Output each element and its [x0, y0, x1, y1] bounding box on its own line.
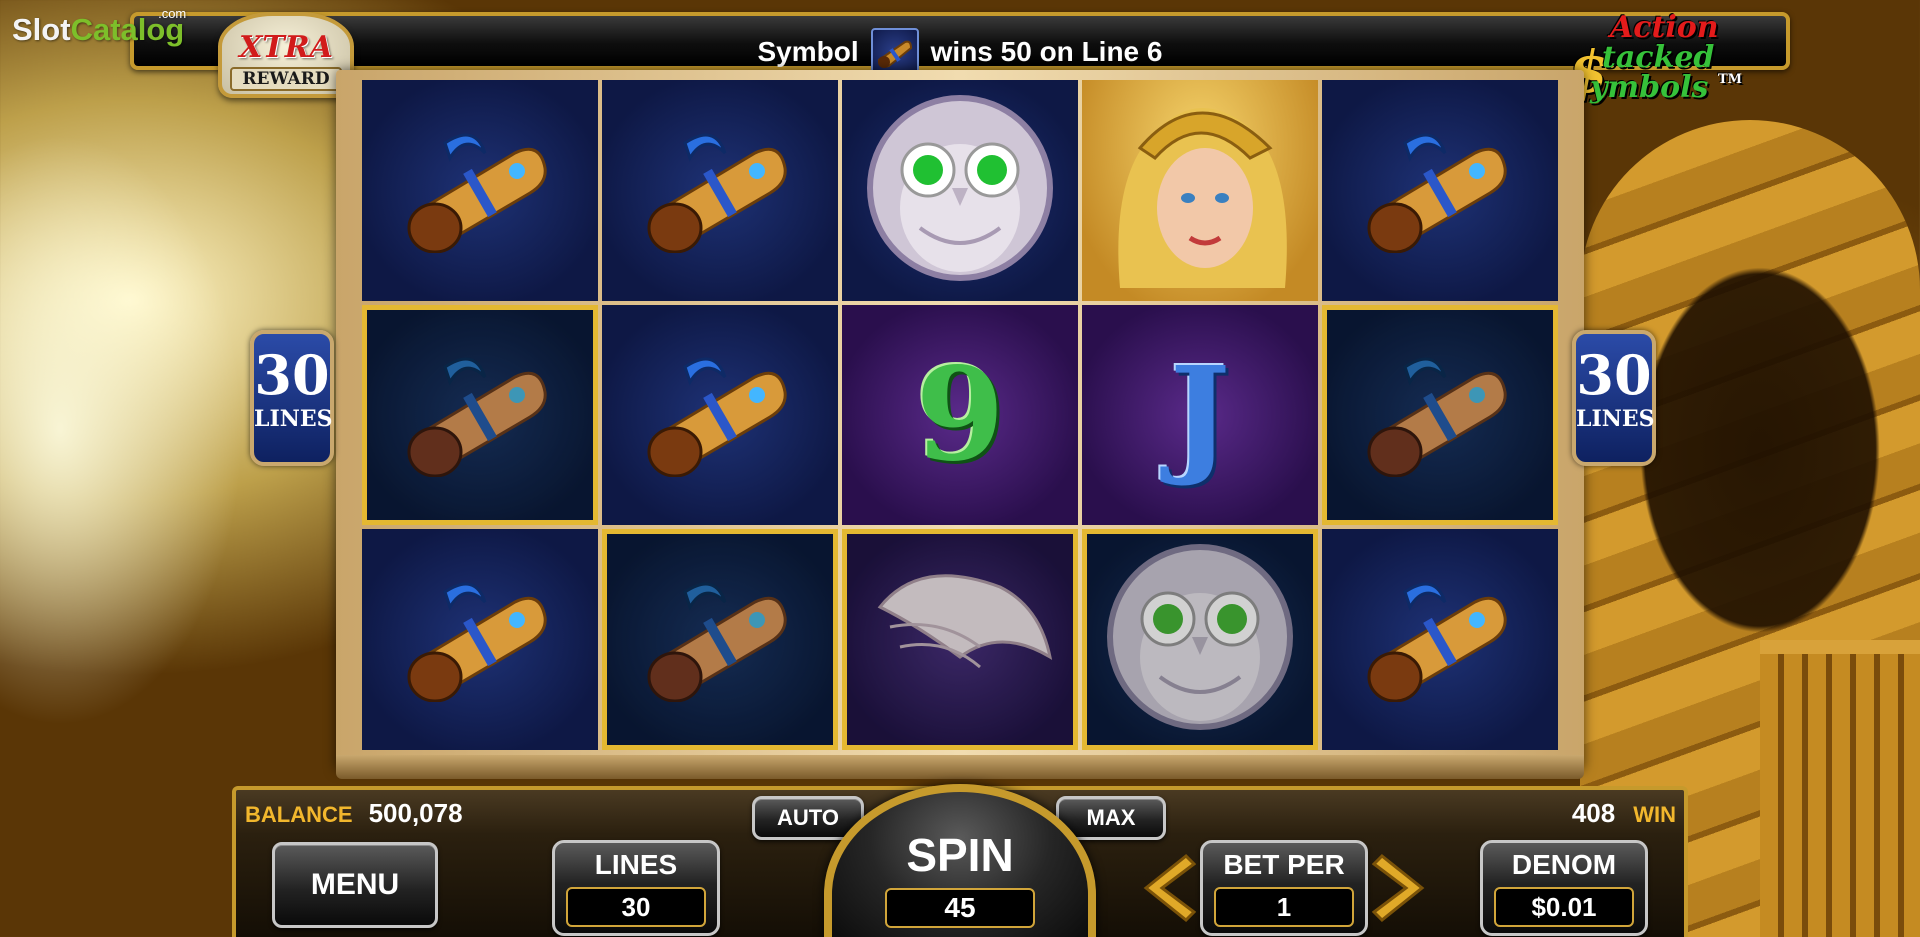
horn-icon	[645, 572, 795, 707]
win-value: 408	[1571, 798, 1616, 828]
horn-icon	[645, 347, 795, 482]
warrior-woman-icon	[1100, 88, 1300, 293]
balance-display: BALANCE 500,078	[245, 798, 463, 829]
feature-logo-tm: TM	[1718, 72, 1743, 87]
win-display: 408 WIN	[1572, 798, 1676, 829]
menu-button[interactable]: MENU	[272, 842, 438, 928]
horn-icon	[1365, 572, 1515, 707]
message-suffix: wins 50 on Line 6	[930, 36, 1163, 67]
horn-icon	[1365, 123, 1515, 258]
horn-icon	[645, 123, 795, 258]
reel-cell	[602, 529, 838, 750]
reel-cell	[1082, 80, 1318, 301]
reel-cell	[602, 80, 838, 301]
watermark-part1: Slot	[12, 12, 71, 47]
horn-icon	[405, 347, 555, 482]
xtra-logo-line1: XTRA	[239, 30, 333, 65]
denom-label: DENOM	[1511, 849, 1617, 880]
spin-label: SPIN	[906, 829, 1014, 881]
owl-wings-icon	[860, 547, 1060, 732]
reel-grid: 9J	[360, 78, 1560, 752]
lines-badge-left-label: LINES	[254, 406, 333, 432]
horn-icon	[405, 123, 555, 258]
reel-cell	[1322, 304, 1558, 526]
lines-badge-left-count: 30	[254, 343, 330, 407]
reel-cell	[1322, 80, 1558, 301]
reel-bottom-bar	[336, 755, 1584, 779]
bet-per-label: BET PER	[1223, 849, 1345, 880]
lines-button[interactable]: LINES 30	[552, 840, 720, 936]
lines-badge-left: 30 LINES	[250, 330, 334, 466]
watermark-logo: SlotCatalog .com	[12, 6, 186, 48]
xtra-reward-logo: XTRA REWARD	[218, 12, 354, 98]
lines-badge-right: 30 LINES	[1572, 330, 1656, 466]
horn-icon	[1365, 347, 1515, 482]
background-column	[1760, 640, 1920, 937]
message-bar: Symbol wins 50 on Line 6	[130, 12, 1790, 76]
lines-button-label: LINES	[594, 849, 678, 880]
lines-badge-right-count: 30	[1576, 343, 1652, 407]
watermark-suffix: .com	[158, 6, 187, 21]
reel-cell	[602, 304, 838, 526]
feature-logo-line3: ymbols	[1590, 70, 1709, 105]
denom-button[interactable]: DENOM $0.01	[1480, 840, 1648, 936]
reel-cell	[842, 80, 1078, 301]
denom-value: $0.01	[1494, 887, 1634, 927]
owl-icon	[860, 88, 1060, 293]
lines-badge-right-label: LINES	[1576, 406, 1655, 432]
horn-icon	[405, 572, 555, 707]
reel-cell	[1082, 529, 1318, 750]
horn-icon	[870, 28, 919, 76]
message-prefix: Symbol	[757, 36, 859, 67]
reel-cell	[362, 304, 598, 526]
bet-decrease-arrow-icon[interactable]	[1136, 852, 1197, 924]
balance-label: BALANCE	[245, 802, 353, 827]
bet-per-button[interactable]: BET PER 1	[1200, 840, 1368, 936]
reel-cell	[362, 80, 598, 301]
reel-cell	[842, 529, 1078, 750]
reel-cell: 9	[842, 304, 1078, 526]
xtra-logo-line2: REWARD	[230, 67, 342, 91]
nine-symbol: 9	[915, 339, 1005, 490]
jack-symbol: J	[1169, 339, 1231, 490]
reel-cell	[1322, 529, 1558, 750]
bet-per-value: 1	[1214, 887, 1354, 927]
action-stacked-symbols-logo: Action $ tacked ymbols TM	[1568, 10, 1748, 110]
owl-icon	[1100, 537, 1300, 742]
win-label: WIN	[1633, 802, 1676, 827]
balance-value: 500,078	[368, 798, 463, 828]
total-bet-value: 45	[885, 888, 1035, 928]
reel-cell	[362, 529, 598, 750]
bet-increase-arrow-icon[interactable]	[1371, 852, 1432, 924]
win-message: Symbol wins 50 on Line 6	[134, 28, 1786, 76]
lines-value: 30	[566, 887, 706, 927]
reel-cell: J	[1082, 304, 1318, 526]
